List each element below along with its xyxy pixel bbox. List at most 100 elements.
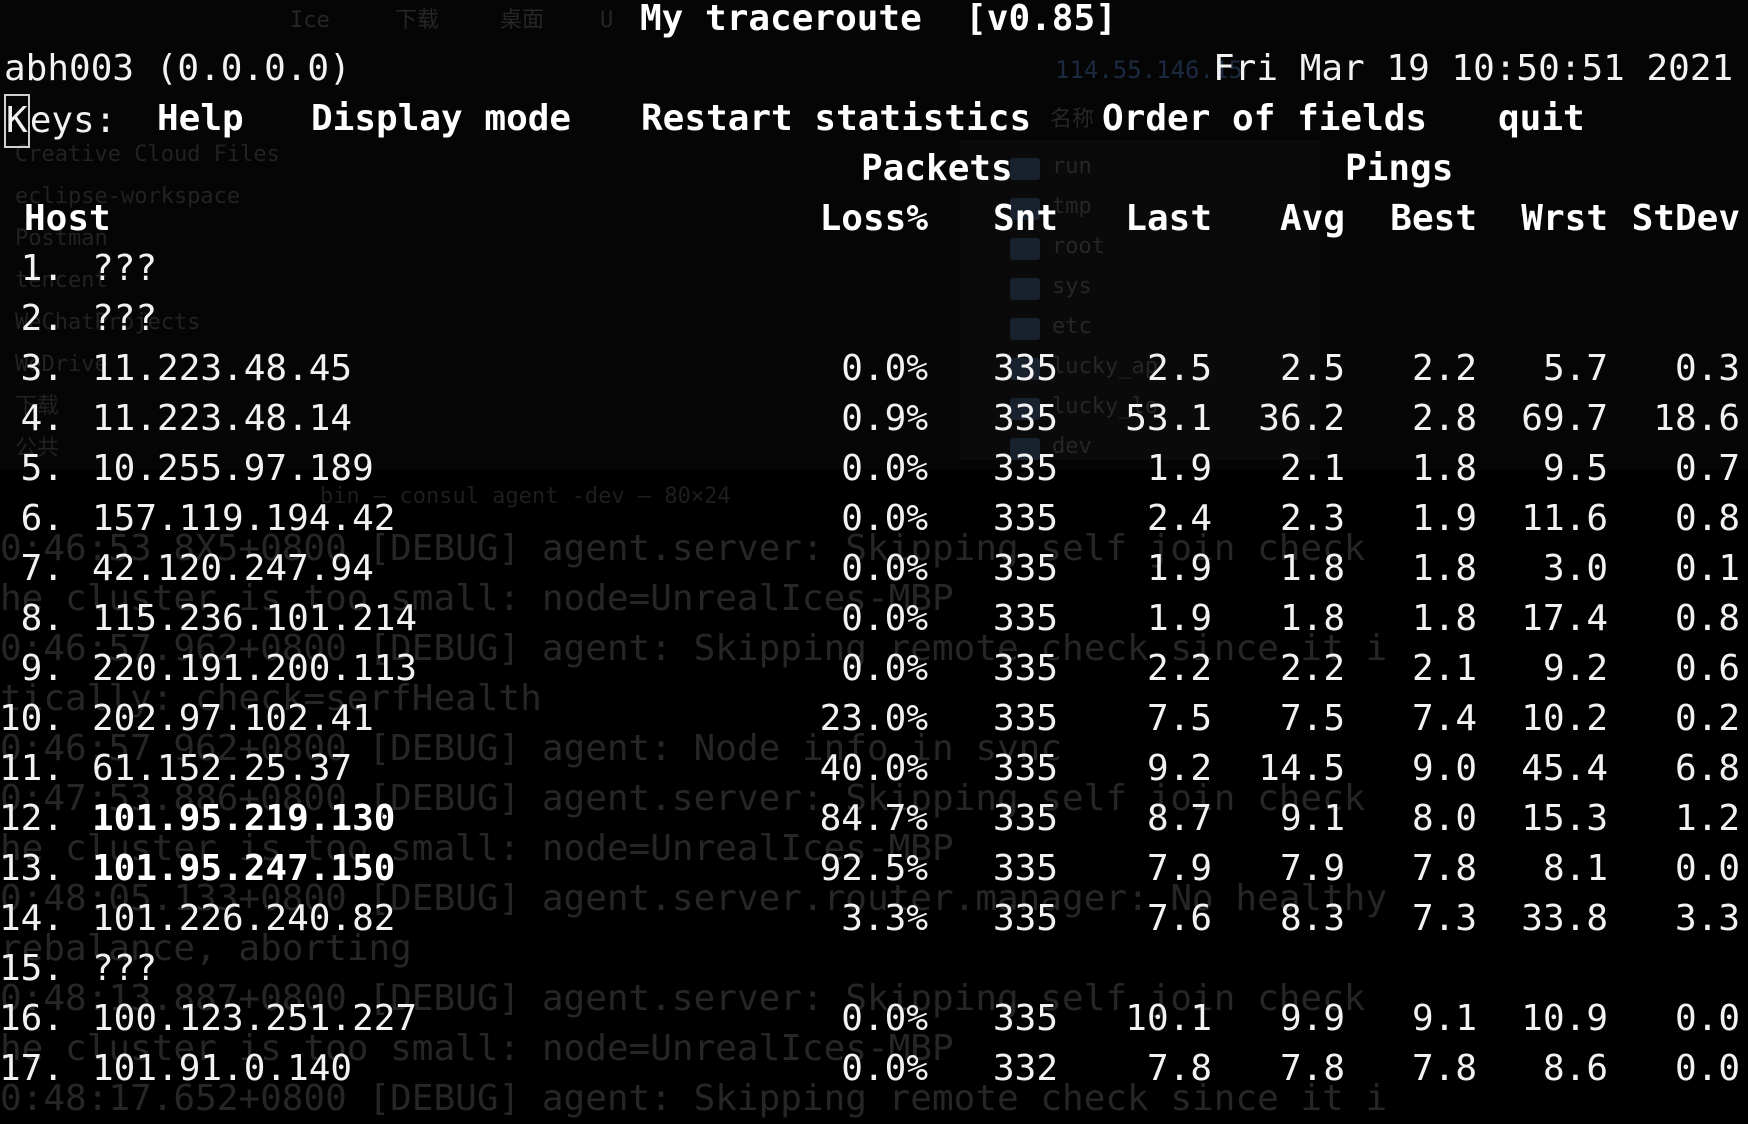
hop-snt: 332 bbox=[992, 1048, 1058, 1089]
hop-host: 100.123.251.227 bbox=[92, 998, 418, 1039]
hop-avg: 8.3 bbox=[1279, 898, 1345, 939]
hop-wrst: 10.9 bbox=[1521, 998, 1608, 1039]
hop-wrst: 33.8 bbox=[1521, 898, 1608, 939]
hop-best: 2.8 bbox=[1411, 398, 1477, 439]
hop-host: 101.226.240.82 bbox=[92, 898, 396, 939]
hop-stdev: 0.8 bbox=[1674, 498, 1740, 539]
header-packets: Packets bbox=[861, 148, 1013, 189]
hop-snt: 335 bbox=[992, 898, 1058, 939]
key-quit[interactable]: quit bbox=[1498, 94, 1585, 144]
hop-stdev: 6.8 bbox=[1674, 748, 1740, 789]
local-hostname: abh003 (0.0.0.0) bbox=[4, 48, 351, 89]
column-header-best: Best bbox=[1390, 198, 1477, 239]
hop-stdev: 0.0 bbox=[1674, 1048, 1740, 1089]
hop-last: 7.9 bbox=[1146, 848, 1212, 889]
hop-best: 2.1 bbox=[1411, 648, 1477, 689]
hop-wrst: 5.7 bbox=[1542, 348, 1608, 389]
hop-number: 1. bbox=[20, 248, 64, 289]
hop-host: 157.119.194.42 bbox=[92, 498, 396, 539]
hop-host: ??? bbox=[92, 298, 158, 339]
hop-last: 7.6 bbox=[1146, 898, 1212, 939]
hop-last: 2.5 bbox=[1146, 348, 1212, 389]
hop-last: 8.7 bbox=[1146, 798, 1212, 839]
hop-wrst: 8.6 bbox=[1542, 1048, 1608, 1089]
hop-best: 9.0 bbox=[1411, 748, 1477, 789]
hop-last: 2.2 bbox=[1146, 648, 1212, 689]
hop-loss: 3.3% bbox=[841, 898, 928, 939]
hop-avg: 9.1 bbox=[1279, 798, 1345, 839]
column-header-avg: Avg bbox=[1279, 198, 1345, 239]
hop-number: 17. bbox=[0, 1048, 64, 1089]
column-header-wrst: Wrst bbox=[1521, 198, 1608, 239]
hop-avg: 2.3 bbox=[1279, 498, 1345, 539]
hop-wrst: 15.3 bbox=[1521, 798, 1608, 839]
column-header-loss: Loss% bbox=[819, 198, 928, 239]
hop-number: 5. bbox=[20, 448, 64, 489]
hop-avg: 2.2 bbox=[1279, 648, 1345, 689]
hop-avg: 1.8 bbox=[1279, 598, 1345, 639]
hop-number: 16. bbox=[0, 998, 64, 1039]
hop-last: 1.9 bbox=[1146, 598, 1212, 639]
hop-loss: 0.0% bbox=[841, 498, 928, 539]
hop-last: 10.1 bbox=[1125, 998, 1212, 1039]
hop-loss: 92.5% bbox=[819, 848, 928, 889]
hop-last: 53.1 bbox=[1125, 398, 1212, 439]
hop-host: ??? bbox=[92, 948, 158, 989]
key-order-of-fields[interactable]: Order of fields bbox=[1102, 94, 1427, 144]
hop-avg: 7.8 bbox=[1279, 1048, 1345, 1089]
hop-loss: 0.0% bbox=[841, 348, 928, 389]
hop-number: 10. bbox=[0, 698, 64, 739]
hop-wrst: 9.2 bbox=[1542, 648, 1608, 689]
column-header-host: Host bbox=[24, 198, 111, 239]
hop-stdev: 0.0 bbox=[1674, 998, 1740, 1039]
hop-number: 9. bbox=[20, 648, 64, 689]
hop-snt: 335 bbox=[992, 648, 1058, 689]
hop-host: 220.191.200.113 bbox=[92, 648, 418, 689]
hop-best: 7.4 bbox=[1411, 698, 1477, 739]
hop-best: 8.0 bbox=[1411, 798, 1477, 839]
hop-avg: 2.5 bbox=[1279, 348, 1345, 389]
hop-wrst: 17.4 bbox=[1521, 598, 1608, 639]
key-restart-statistics[interactable]: Restart statistics bbox=[641, 94, 1031, 144]
hop-wrst: 10.2 bbox=[1521, 698, 1608, 739]
hop-last: 1.9 bbox=[1146, 448, 1212, 489]
current-datetime: Fri Mar 19 10:50:51 2021 bbox=[1213, 48, 1734, 89]
hop-host: 11.223.48.14 bbox=[92, 398, 353, 439]
hop-snt: 335 bbox=[992, 348, 1058, 389]
hop-snt: 335 bbox=[992, 848, 1058, 889]
hop-stdev: 0.7 bbox=[1674, 448, 1740, 489]
hop-stdev: 3.3 bbox=[1674, 898, 1740, 939]
keys-label: Keys: bbox=[4, 94, 116, 148]
hop-last: 2.4 bbox=[1146, 498, 1212, 539]
hop-host: 61.152.25.37 bbox=[92, 748, 353, 789]
hop-best: 7.3 bbox=[1411, 898, 1477, 939]
hop-loss: 40.0% bbox=[819, 748, 928, 789]
key-help[interactable]: Help bbox=[157, 94, 244, 144]
hop-loss: 0.0% bbox=[841, 548, 928, 589]
hop-wrst: 11.6 bbox=[1521, 498, 1608, 539]
hop-best: 1.8 bbox=[1411, 598, 1477, 639]
terminal-window[interactable]: My traceroute [v0.85] abh003 (0.0.0.0) F… bbox=[0, 0, 1748, 1112]
hop-loss: 0.0% bbox=[841, 998, 928, 1039]
hop-host: 115.236.101.214 bbox=[92, 598, 418, 639]
key-display-mode[interactable]: Display mode bbox=[311, 94, 571, 144]
hop-number: 15. bbox=[0, 948, 64, 989]
hop-best: 2.2 bbox=[1411, 348, 1477, 389]
hop-wrst: 45.4 bbox=[1521, 748, 1608, 789]
column-header-stdev: StDev bbox=[1631, 198, 1740, 239]
hop-last: 7.8 bbox=[1146, 1048, 1212, 1089]
hop-number: 14. bbox=[0, 898, 64, 939]
hop-host: 42.120.247.94 bbox=[92, 548, 374, 589]
hop-number: 8. bbox=[20, 598, 64, 639]
hop-last: 9.2 bbox=[1146, 748, 1212, 789]
hop-best: 7.8 bbox=[1411, 1048, 1477, 1089]
hop-loss: 0.0% bbox=[841, 448, 928, 489]
hop-avg: 7.9 bbox=[1279, 848, 1345, 889]
hop-snt: 335 bbox=[992, 398, 1058, 439]
hop-number: 7. bbox=[20, 548, 64, 589]
hop-snt: 335 bbox=[992, 798, 1058, 839]
column-header-snt: Snt bbox=[992, 198, 1058, 239]
terminal-cursor: K bbox=[4, 94, 30, 148]
app-title: My traceroute [v0.85] bbox=[640, 0, 1117, 39]
hop-snt: 335 bbox=[992, 548, 1058, 589]
